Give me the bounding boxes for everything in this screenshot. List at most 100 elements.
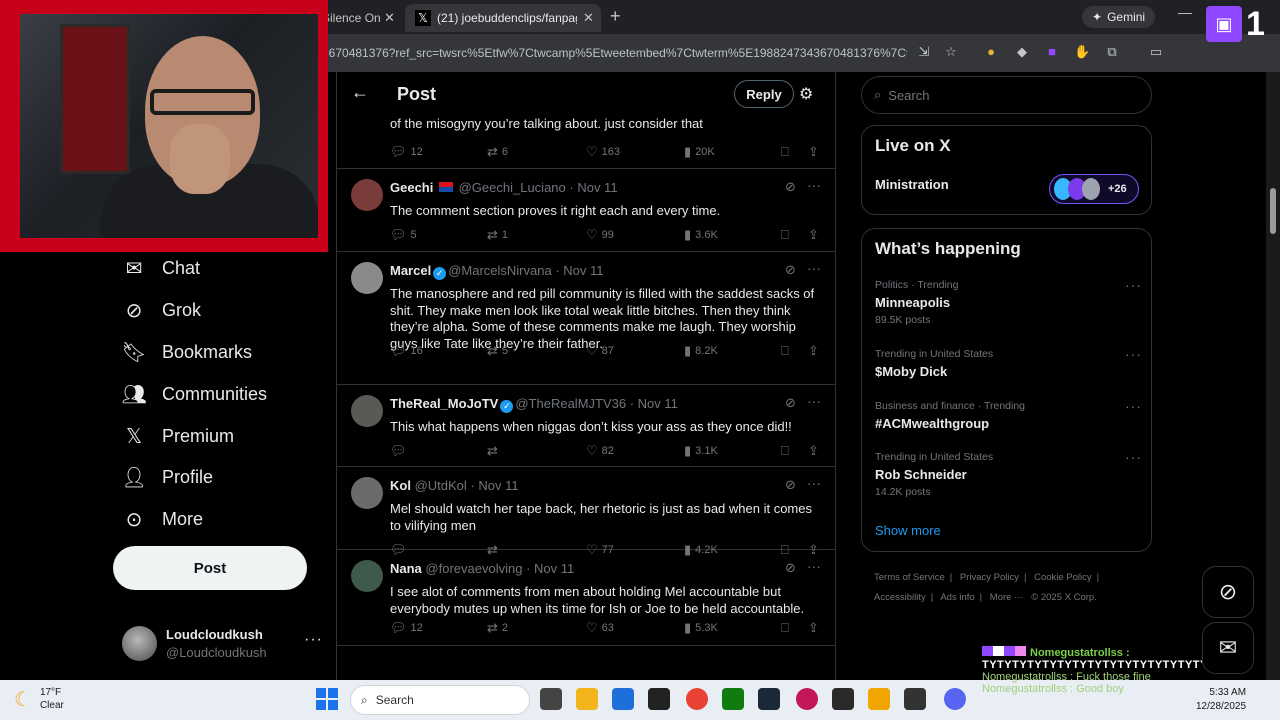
grok-floating-button[interactable]: ⊘ — [1202, 566, 1254, 618]
grok-explain-icon[interactable]: ⊘ — [785, 179, 796, 195]
tweet-author[interactable]: TheReal_MoJoTV — [390, 396, 498, 411]
more-dots-icon[interactable]: ··· — [1125, 346, 1142, 362]
grok-explain-icon[interactable]: ⊘ — [785, 477, 796, 493]
table-row[interactable]: TheReal_MoJoTV ✓ @TheRealMJTV36 · Nov 11 ⊘ ·… — [337, 385, 835, 467]
sidebar-item-grok[interactable]: ⊘ Grok — [122, 298, 201, 322]
task-view-icon[interactable] — [540, 688, 562, 710]
account-switcher[interactable]: Loudcloudkush @Loudcloudkush ··· — [122, 625, 332, 665]
tweet-author[interactable]: Marcel — [390, 263, 431, 278]
url-field[interactable]: 3670481376?ref_src=twsrc%5Etfw%7Ctwcamp%… — [322, 42, 907, 64]
steam-icon[interactable] — [758, 688, 780, 710]
file-explorer-icon[interactable] — [576, 688, 598, 710]
table-row[interactable]: Marcel ✓ @MarcelsNirvana · Nov 11 ⊘ ··· The m… — [337, 252, 835, 385]
footer-link[interactable]: Cookie Policy — [1034, 572, 1092, 583]
filter-sliders-icon[interactable]: ⚙ — [799, 84, 813, 104]
like-action[interactable]: ♡ 163 — [586, 144, 620, 160]
tweet-handle[interactable]: @UtdKol — [415, 478, 467, 493]
views-action[interactable]: ▮ 3.6K — [684, 227, 718, 243]
sidebar-item-chat[interactable]: ✉ Chat — [122, 256, 200, 280]
obs-icon[interactable] — [796, 688, 818, 710]
game-app-icon[interactable] — [648, 688, 670, 710]
extension-color-icon[interactable]: ● — [983, 44, 999, 60]
trend-item[interactable]: Trending in United States $Moby Dick ··· — [875, 346, 1142, 379]
repost-action[interactable]: ⇄ 2 — [487, 620, 508, 636]
sidebar-item-bookmarks[interactable]: 🔖︎ Bookmarks — [121, 340, 252, 364]
avatar[interactable] — [351, 179, 383, 211]
tweet-author[interactable]: Nana — [390, 561, 422, 576]
reply-button[interactable]: Reply — [734, 80, 794, 108]
windows-start-icon[interactable] — [316, 688, 338, 710]
reply-action[interactable]: 💬︎ 16 — [390, 343, 423, 359]
extension-red-icon[interactable]: ✋ — [1074, 44, 1090, 60]
table-row[interactable]: Nana @forevaevolving · Nov 11 ⊘ ··· I see a… — [337, 550, 835, 646]
sidebar-item-profile[interactable]: 👤︎ Profile — [121, 465, 213, 489]
avatar[interactable] — [351, 395, 383, 427]
messages-floating-button[interactable]: ✉ — [1202, 622, 1254, 674]
bookmark-star-icon[interactable]: ☆ — [943, 44, 959, 60]
bookmark-action[interactable]: ⎕ — [781, 343, 789, 359]
tweet-author[interactable]: Geechi — [390, 180, 433, 195]
tweet-author[interactable]: Kol — [390, 478, 411, 493]
taskbar-search[interactable]: ⌕ Search — [350, 685, 530, 715]
more-dots-icon[interactable]: ··· — [807, 260, 821, 276]
show-more-link[interactable]: Show more — [875, 523, 941, 538]
reply-action[interactable]: 💬︎ 12 — [390, 144, 423, 160]
tweet-date[interactable]: Nov 11 — [563, 263, 603, 278]
avatar[interactable] — [351, 560, 383, 592]
grok-explain-icon[interactable]: ⊘ — [785, 560, 796, 576]
reply-action[interactable]: 💬︎ — [390, 443, 411, 459]
app-icon[interactable] — [904, 688, 926, 710]
table-row[interactable]: Kol @UtdKol · Nov 11 ⊘ ··· Mel should watch… — [337, 467, 835, 557]
repost-action[interactable]: ⇄ 6 — [487, 144, 508, 160]
store-icon[interactable] — [612, 688, 634, 710]
share-action[interactable]: ⇪ — [808, 343, 819, 359]
sidebar-item-communities[interactable]: 👥︎ Communities — [121, 382, 267, 406]
more-dots-icon[interactable]: ··· — [807, 177, 821, 193]
sidebar-item-premium[interactable]: 𝕏 Premium — [122, 424, 234, 448]
footer-link[interactable]: Ads info — [940, 592, 974, 603]
app-icon[interactable] — [868, 688, 890, 710]
avatar[interactable] — [351, 262, 383, 294]
scrollbar-thumb[interactable] — [1270, 188, 1276, 234]
like-action[interactable]: ♡ 82 — [586, 443, 614, 459]
tweet-handle[interactable]: @Geechi_Luciano — [459, 180, 566, 195]
install-app-icon[interactable]: ⇲ — [916, 44, 932, 60]
views-action[interactable]: ▮ 20K — [684, 144, 715, 160]
more-dots-icon[interactable]: ··· — [1125, 449, 1142, 465]
trend-item[interactable]: Trending in United States Rob Schneider … — [875, 449, 1142, 498]
views-action[interactable]: ▮ 8.2K — [684, 343, 718, 359]
browser-tab[interactable]: Silence On I ✕ — [322, 4, 404, 32]
post-button[interactable]: Post — [113, 546, 307, 590]
bookmark-action[interactable]: ⎕ — [781, 144, 789, 160]
repost-action[interactable]: ⇄ 5 — [487, 343, 508, 359]
xbox-icon[interactable] — [722, 688, 744, 710]
bookmark-action[interactable]: ⎕ — [781, 227, 789, 243]
views-action[interactable]: ▮ 5.3K — [684, 620, 718, 636]
share-action[interactable]: ⇪ — [808, 443, 819, 459]
new-tab-button[interactable]: + — [610, 6, 621, 27]
chrome-icon[interactable] — [686, 688, 708, 710]
repost-action[interactable]: ⇄ 1 — [487, 227, 508, 243]
page-scrollbar[interactable] — [1266, 72, 1280, 680]
more-dots-icon[interactable]: ··· — [807, 475, 821, 491]
grok-explain-icon[interactable]: ⊘ — [785, 395, 796, 411]
gemini-button[interactable]: ✦ Gemini — [1082, 6, 1156, 28]
twitch-extension-icon[interactable]: ■ — [1044, 44, 1060, 60]
system-clock[interactable]: 5:33 AM 12/28/2025 — [1196, 686, 1246, 714]
repost-action[interactable]: ⇄ — [487, 443, 502, 459]
close-tab-icon[interactable]: ✕ — [583, 10, 594, 26]
footer-link[interactable]: More ··· — [990, 592, 1024, 603]
extension-diamond-icon[interactable]: ◆ — [1014, 44, 1030, 60]
minimize-window-button[interactable]: — — [1178, 4, 1192, 20]
more-dots-icon[interactable]: ··· — [1125, 277, 1142, 293]
discord-icon[interactable] — [944, 688, 966, 710]
tweet-date[interactable]: Nov 11 — [638, 396, 678, 411]
like-action[interactable]: ♡ 87 — [586, 343, 614, 359]
bookmark-action[interactable]: ⎕ — [781, 620, 789, 636]
more-dots-icon[interactable]: ··· — [807, 393, 821, 409]
grok-explain-icon[interactable]: ⊘ — [785, 262, 796, 278]
browser-tab-active[interactable]: 𝕏 (21) joebuddenclips/fanpage on X ✕ — [405, 4, 601, 32]
search-box[interactable]: ⌕ Search — [861, 76, 1152, 114]
like-action[interactable]: ♡ 63 — [586, 620, 614, 636]
live-space-name[interactable]: Ministration — [875, 177, 949, 192]
